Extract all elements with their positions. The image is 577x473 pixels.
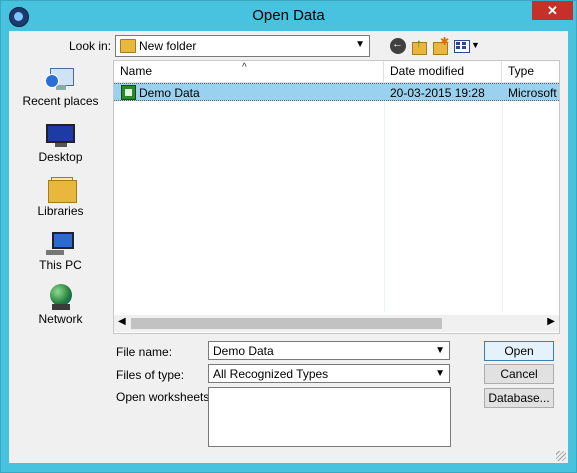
files-of-type-value: All Recognized Types [213,367,329,381]
open-worksheets-list[interactable] [208,387,451,447]
file-name-value: Demo Data [213,344,274,358]
dialog-body: Look in: New folder ▼ ↑ ✱ ▼ Recent place… [9,31,568,463]
look-in-label: Look in: [69,39,112,53]
back-icon[interactable] [390,38,406,54]
column-date-modified[interactable]: Date modified [384,61,502,82]
resize-grip[interactable] [556,451,566,461]
column-name[interactable]: Name ^ [114,61,384,82]
scroll-right-icon[interactable]: ▶ [547,316,555,327]
place-label: Network [38,312,83,326]
this-pc-icon [45,230,76,256]
files-of-type-dropdown[interactable]: All Recognized Types ▼ [208,364,450,383]
place-this-pc[interactable]: This PC [13,230,108,272]
place-desktop[interactable]: Desktop [13,122,108,164]
file-type: Microsoft [508,86,557,100]
place-label: This PC [39,258,82,272]
file-name-label: File name: [116,345,173,359]
view-menu-icon[interactable]: ▼ [454,38,480,54]
data-file-icon [121,85,136,100]
column-divider [384,82,385,312]
file-name-input[interactable]: Demo Data ▼ [208,341,450,360]
list-header: Name ^ Date modified Type [114,61,559,83]
place-label: Libraries [37,204,84,218]
up-folder-icon[interactable]: ↑ [411,36,427,55]
column-divider [502,82,503,312]
new-folder-icon[interactable]: ✱ [432,36,449,55]
scroll-thumb[interactable] [131,318,442,329]
file-name: Demo Data [139,86,200,100]
horizontal-scrollbar[interactable]: ◀ ▶ [114,315,559,332]
file-list[interactable]: Name ^ Date modified Type Demo Data 20-0… [113,60,560,334]
open-data-dialog: Open Data ✕ Look in: New folder ▼ ↑ ✱ ▼ … [0,0,577,473]
libraries-icon [46,176,77,203]
desktop-icon [45,122,76,148]
place-network[interactable]: Network [13,284,108,326]
place-libraries[interactable]: Libraries [13,176,108,218]
file-row-demo-data[interactable]: Demo Data 20-03-2015 19:28 Microsoft [114,83,559,101]
chevron-down-icon[interactable]: ▼ [435,368,445,379]
database-button[interactable]: Database... [484,388,554,408]
place-label: Desktop [38,150,83,164]
place-label: Recent places [22,94,99,108]
look-in-dropdown[interactable]: New folder ▼ [115,35,370,57]
chevron-down-icon[interactable]: ▼ [435,345,445,356]
network-icon [46,284,76,310]
recent-places-icon [44,66,76,92]
sort-ascending-icon: ^ [242,62,247,73]
scroll-left-icon[interactable]: ◀ [118,316,126,327]
place-recent-places[interactable]: Recent places [13,66,108,108]
look-in-value: New folder [139,39,197,53]
open-button[interactable]: Open [484,341,554,361]
cancel-button[interactable]: Cancel [484,364,554,384]
column-name-label: Name [120,64,153,78]
files-of-type-label: Files of type: [116,368,185,382]
open-worksheets-label: Open worksheets: [116,390,213,404]
column-type[interactable]: Type [502,61,559,82]
folder-icon [120,39,136,53]
places-bar: Recent places Desktop Libraries This PC … [13,60,108,380]
title-bar: Open Data ✕ [1,1,576,31]
close-button[interactable]: ✕ [532,1,573,20]
chevron-down-icon: ▼ [355,39,365,50]
file-date: 20-03-2015 19:28 [390,86,485,100]
dialog-title: Open Data [252,7,325,24]
